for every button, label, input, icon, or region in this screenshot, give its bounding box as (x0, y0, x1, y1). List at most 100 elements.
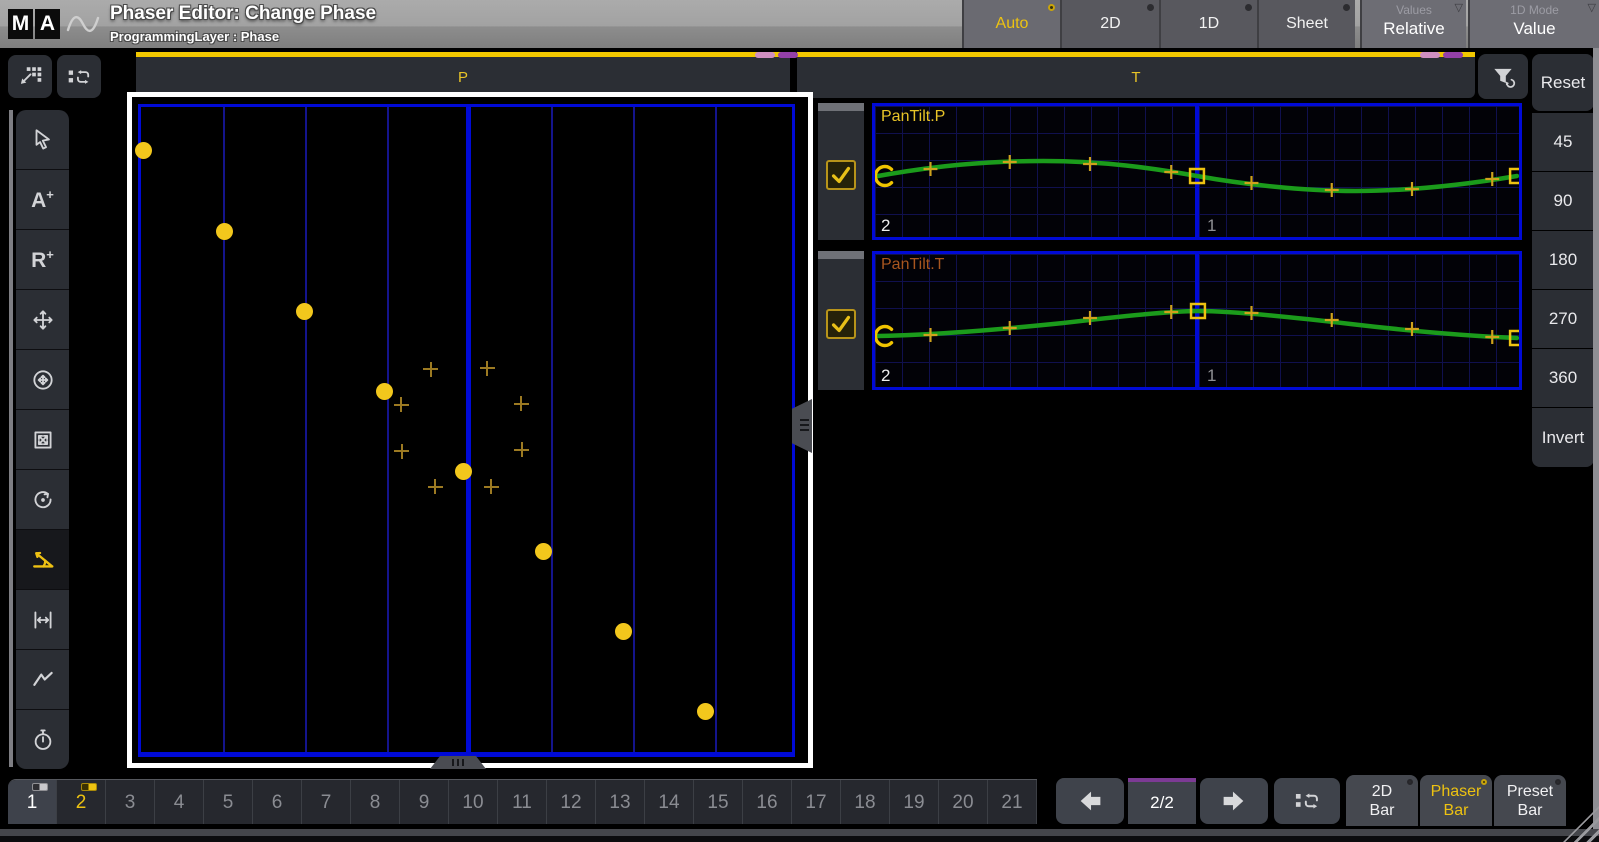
right-scrollbar[interactable] (1593, 48, 1599, 842)
phase-point-dot[interactable] (376, 383, 393, 400)
move-circle-tool-button[interactable] (16, 350, 69, 410)
add-relative-tool-button[interactable]: R+ (16, 230, 69, 290)
phase-90-button[interactable]: 90 (1532, 172, 1594, 230)
phase-grid[interactable] (138, 104, 795, 757)
phase-invert-button[interactable]: Invert (1532, 408, 1594, 467)
curve-plus-marker (1003, 321, 1017, 335)
step-button-16[interactable]: 16 (743, 780, 792, 824)
step-button-18[interactable]: 18 (841, 780, 890, 824)
timer-tool-button[interactable] (16, 710, 69, 769)
phase-point-dot[interactable] (455, 463, 472, 480)
step-button-5[interactable]: 5 (204, 780, 253, 824)
phase-45-button[interactable]: 45 (1532, 113, 1594, 171)
reset-button[interactable]: Reset (1532, 54, 1594, 111)
step-label: 2 (76, 792, 87, 814)
phase-point-dot[interactable] (697, 703, 714, 720)
step-button-9[interactable]: 9 (400, 780, 449, 824)
step-button-14[interactable]: 14 (645, 780, 694, 824)
scale-tool-button[interactable] (16, 410, 69, 470)
grid-line (223, 107, 225, 752)
phase-point-dot[interactable] (615, 623, 632, 640)
step-label: 4 (174, 792, 185, 814)
phase-270-button[interactable]: 270 (1532, 290, 1594, 348)
step-button-19[interactable]: 19 (890, 780, 939, 824)
phase-curve (878, 311, 1517, 338)
filter-button[interactable] (1478, 54, 1528, 99)
left-scrollbar[interactable] (9, 110, 13, 767)
step-button-15[interactable]: 15 (694, 780, 743, 824)
phase-360-button[interactable]: 360 (1532, 349, 1594, 407)
phase-point-dot[interactable] (216, 223, 233, 240)
ma-logo-a: A (35, 9, 60, 39)
tilt-column-chip-purple (1443, 52, 1463, 58)
transition-tool-button[interactable] (16, 650, 69, 710)
step-button-21[interactable]: 21 (988, 780, 1037, 824)
values-dropdown[interactable]: Values Relative ▽ (1360, 0, 1466, 48)
step-button-11[interactable]: 11 (498, 780, 547, 824)
step-button-13[interactable]: 13 (596, 780, 645, 824)
phaser-bar-button[interactable]: Phaser Bar (1420, 775, 1492, 826)
phase-point-dot[interactable] (296, 303, 313, 320)
pointer-tool-button[interactable] (16, 110, 69, 170)
2d-bar-button[interactable]: 2D Bar (1346, 775, 1418, 826)
step-toggle[interactable] (32, 783, 48, 791)
step-button-1[interactable]: 1 (8, 780, 57, 824)
update-cycle-button-bottom[interactable] (1274, 778, 1340, 824)
preset-bar-button[interactable]: Preset Bar (1494, 775, 1566, 826)
step-button-10[interactable]: 10 (449, 780, 498, 824)
step-button-20[interactable]: 20 (939, 780, 988, 824)
bottom-edge-strip (0, 829, 1599, 836)
pan-graph-checkbox[interactable] (826, 160, 856, 190)
rotate-tool-button[interactable] (16, 470, 69, 530)
prev-page-button[interactable] (1056, 778, 1124, 824)
step-button-3[interactable]: 3 (106, 780, 155, 824)
column-header-tilt[interactable]: T (797, 52, 1475, 98)
2d-bar-indicator (1407, 779, 1413, 785)
step-button-4[interactable]: 4 (155, 780, 204, 824)
tab-sheet[interactable]: Sheet (1257, 0, 1355, 48)
step-label: 6 (272, 792, 283, 814)
next-page-button[interactable] (1200, 778, 1268, 824)
graph-pantilt-t[interactable]: PanTilt.T 2 1 (872, 251, 1522, 390)
graph-pantilt-p[interactable]: PanTilt.P 2 1 (872, 103, 1522, 240)
phase-180-button[interactable]: 180 (1532, 231, 1594, 289)
reset-button-label: Reset (1541, 73, 1585, 93)
move-tool-button[interactable] (16, 290, 69, 350)
tab-auto[interactable]: Auto (962, 0, 1060, 48)
sine-wave-icon (64, 9, 106, 39)
step-button-17[interactable]: 17 (792, 780, 841, 824)
panel-drag-bar[interactable] (818, 251, 864, 259)
width-tool-button[interactable] (16, 590, 69, 650)
tilt-graph-checkbox[interactable] (826, 309, 856, 339)
update-cycle-button[interactable] (57, 55, 101, 98)
graph-svg (875, 106, 1519, 237)
pointer-icon (30, 127, 56, 153)
curve-plus-marker (1405, 182, 1419, 196)
phaser-2d-canvas[interactable] (132, 97, 808, 763)
1d-mode-dropdown[interactable]: 1D Mode Value ▽ (1468, 0, 1599, 48)
step-button-6[interactable]: 6 (253, 780, 302, 824)
ma-logo-m: M (8, 9, 33, 39)
step-toggle[interactable] (81, 783, 97, 791)
ma-logo[interactable]: MA (8, 9, 62, 39)
page-indicator[interactable]: 2/2 (1128, 778, 1196, 824)
grid-center-line (466, 107, 471, 752)
step-button-2[interactable]: 2 (57, 780, 106, 824)
phase-reference-cross (480, 361, 495, 376)
tab-1d[interactable]: 1D (1159, 0, 1257, 48)
title-bar[interactable]: MA Phaser Editor: Change Phase Programmi… (0, 0, 1599, 48)
step-button-8[interactable]: 8 (351, 780, 400, 824)
resize-grip[interactable] (1563, 806, 1599, 842)
step-button-12[interactable]: 12 (547, 780, 596, 824)
curve-plus-marker (1485, 172, 1499, 186)
phase-tool-button[interactable] (16, 530, 69, 590)
tab-2d[interactable]: 2D (1060, 0, 1159, 48)
1d-mode-dropdown-value: Value (1470, 19, 1599, 39)
add-absolute-tool-button[interactable]: A+ (16, 170, 69, 230)
phase-point-dot[interactable] (535, 543, 552, 560)
grid-move-button[interactable] (8, 55, 52, 98)
panel-drag-bar[interactable] (818, 103, 864, 111)
phase-point-dot[interactable] (135, 142, 152, 159)
step-button-7[interactable]: 7 (302, 780, 351, 824)
checkmark-icon (828, 162, 854, 188)
